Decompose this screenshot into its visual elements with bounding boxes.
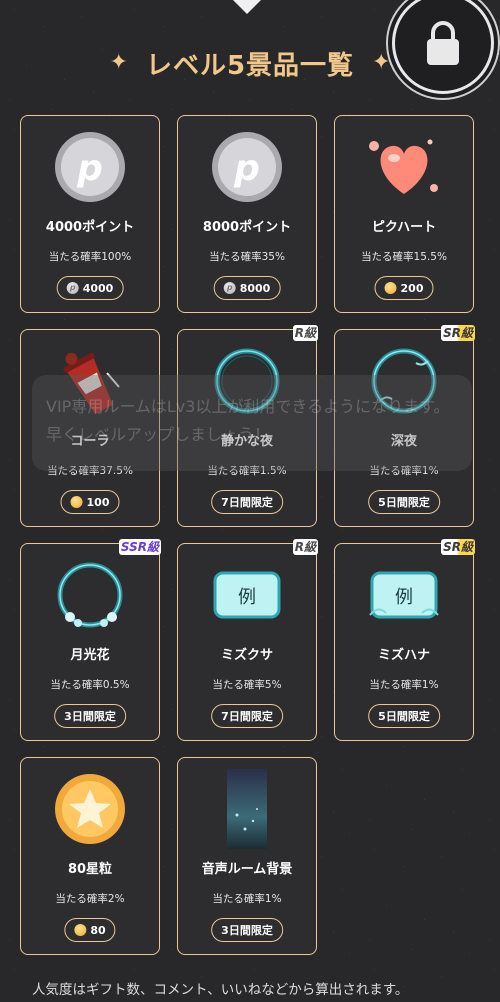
prize-name: 音声ルーム背景 bbox=[201, 862, 293, 877]
point-coin-image: p bbox=[178, 126, 316, 208]
prize-duration-badge: 3日間限定 bbox=[211, 918, 283, 942]
prize-name: 8000ポイント bbox=[202, 220, 292, 235]
sparkle-right-icon: ✦ bbox=[372, 50, 391, 75]
prize-probability: 当たる確率1% bbox=[369, 679, 439, 691]
prize-probability: 当たる確率35% bbox=[209, 251, 285, 263]
star-coin-image bbox=[21, 768, 159, 850]
gold-coin-icon bbox=[74, 924, 87, 936]
heart-image bbox=[335, 126, 473, 208]
svg-text:p: p bbox=[233, 148, 260, 189]
chat-bubble-image: 例 bbox=[178, 554, 316, 636]
prize-card[interactable]: 音声ルーム背景 当たる確率1% 3日間限定 bbox=[177, 757, 317, 955]
prize-card[interactable]: ピクハート 当たる確率15.5% 200 bbox=[334, 115, 474, 313]
chat-bubble-sample-text: 例 bbox=[395, 587, 413, 608]
rank-badge: R級 bbox=[292, 539, 318, 555]
rank-badge: SR級 bbox=[441, 539, 475, 555]
prize-value: 80 bbox=[90, 923, 106, 937]
avatar-frame-image bbox=[21, 554, 159, 636]
prize-card[interactable]: SSR級 月光花 当たる確率0.5% 3日間限定 bbox=[20, 539, 161, 741]
prize-duration-badge: 7日間限定 bbox=[211, 704, 283, 728]
prize-value-badge: p 4000 bbox=[56, 276, 124, 300]
rank-badge: SR級 bbox=[441, 325, 475, 341]
chat-bubble-sample-text: 例 bbox=[238, 587, 256, 608]
sparkle-left-icon: ✦ bbox=[109, 50, 128, 75]
rank-badge: R級 bbox=[292, 325, 318, 341]
room-background-image bbox=[178, 768, 316, 850]
prize-duration-badge: 3日間限定 bbox=[54, 704, 126, 728]
point-coin-image: p bbox=[21, 126, 159, 208]
prize-value-badge: 100 bbox=[60, 490, 120, 514]
prize-card[interactable]: p 8000ポイント 当たる確率35% p 8000 bbox=[177, 115, 317, 313]
prize-value: 4000 bbox=[82, 281, 114, 295]
prize-name: 月光花 bbox=[70, 648, 110, 663]
prize-card[interactable]: p 4000ポイント 当たる確率100% p 4000 bbox=[20, 115, 160, 313]
prize-duration-badge: 5日間限定 bbox=[368, 704, 440, 728]
page-title: レベル5景品一覧 bbox=[145, 50, 355, 81]
rank-badge: SSR級 bbox=[118, 539, 161, 555]
prize-duration-badge: 7日間限定 bbox=[211, 490, 283, 514]
popularity-footnote: 人気度はギフト数、コメント、いいねなどから算出されます。 bbox=[32, 982, 409, 998]
point-coin-icon: p bbox=[223, 282, 236, 294]
popup-pointer bbox=[233, 0, 261, 14]
prize-value: 8000 bbox=[239, 281, 271, 295]
point-coin-icon: p bbox=[66, 282, 79, 294]
lock-icon bbox=[427, 21, 459, 65]
prize-card[interactable]: 80星粒 当たる確率2% 80 bbox=[20, 757, 160, 955]
svg-text:p: p bbox=[76, 148, 103, 189]
prize-probability: 当たる確率15.5% bbox=[361, 251, 447, 263]
prize-value-badge: p 8000 bbox=[213, 276, 281, 300]
prize-name: 4000ポイント bbox=[45, 220, 135, 235]
gold-coin-icon bbox=[70, 496, 83, 508]
prize-value: 200 bbox=[400, 281, 424, 295]
prize-name: ミズハナ bbox=[377, 648, 430, 663]
prize-card[interactable]: R級 例 ミズクサ 当たる確率5% 7日間限定 bbox=[177, 539, 318, 741]
prize-name: 80星粒 bbox=[67, 862, 113, 877]
prize-name: ミズクサ bbox=[220, 648, 273, 663]
faded-toast-message: VIP専用ルームはLv3以上が利用できるようになります。早くレベルアップしましょ… bbox=[32, 375, 472, 471]
prize-value: 100 bbox=[86, 495, 110, 509]
prize-probability: 当たる確率2% bbox=[55, 893, 125, 905]
chat-bubble-image: 例 bbox=[335, 554, 473, 636]
prize-probability: 当たる確率100% bbox=[48, 251, 132, 263]
prize-probability: 当たる確率5% bbox=[212, 679, 282, 691]
prize-probability: 当たる確率0.5% bbox=[50, 679, 130, 691]
prize-name: ピクハート bbox=[371, 220, 437, 235]
gold-coin-icon bbox=[384, 282, 397, 294]
prize-probability: 当たる確率1% bbox=[212, 893, 282, 905]
prize-value-badge: 80 bbox=[64, 918, 116, 942]
prize-duration-badge: 5日間限定 bbox=[368, 490, 440, 514]
prize-value-badge: 200 bbox=[374, 276, 434, 300]
prize-card[interactable]: SR級 例 ミズハナ 当たる確率1% 5日間限定 bbox=[334, 539, 475, 741]
